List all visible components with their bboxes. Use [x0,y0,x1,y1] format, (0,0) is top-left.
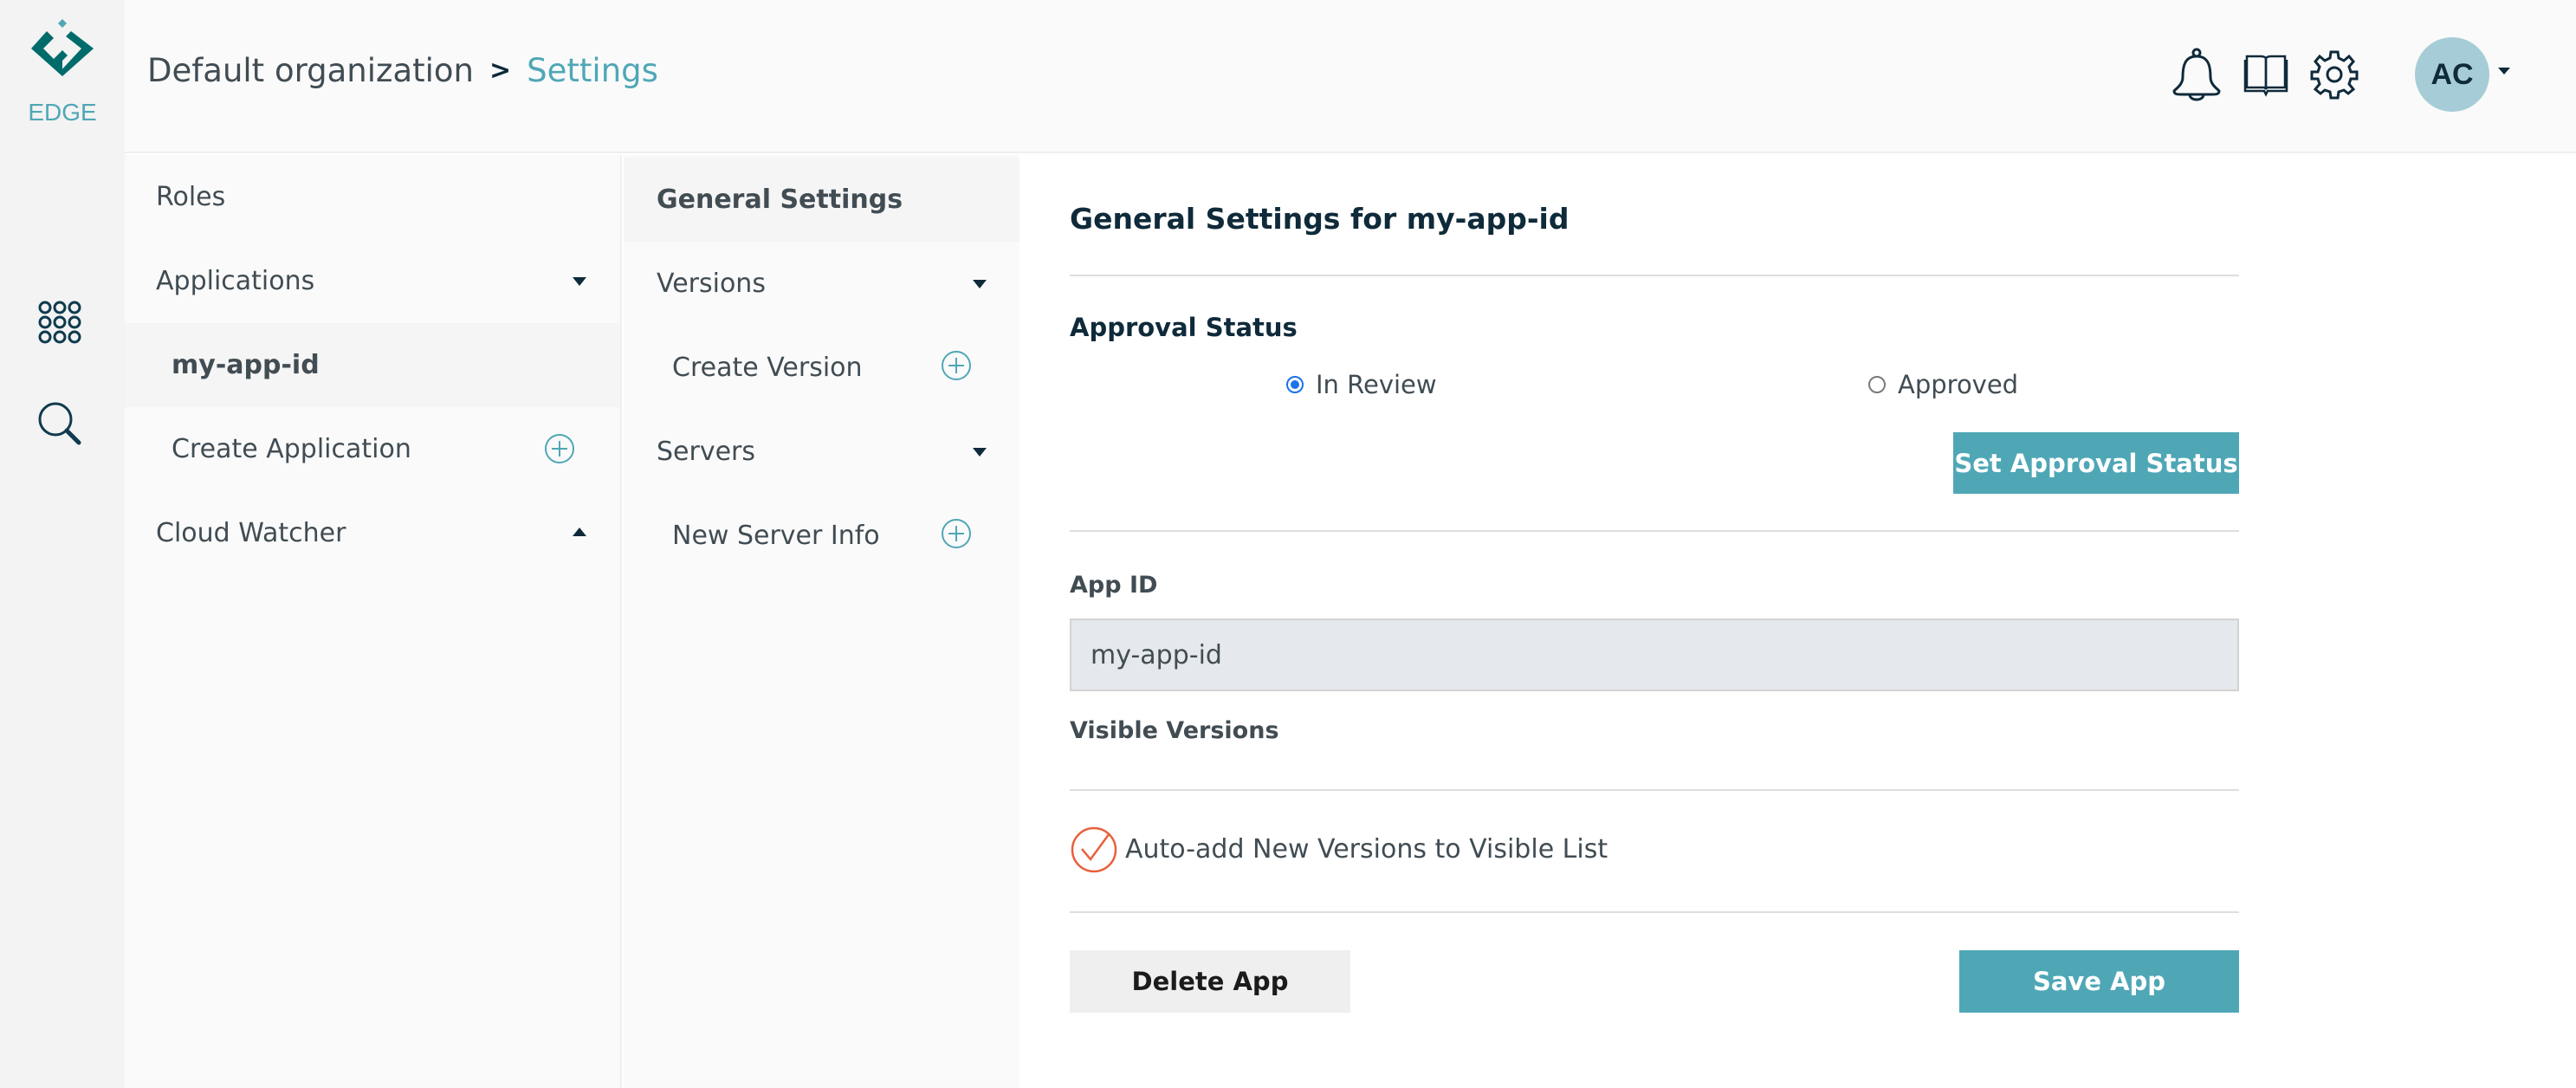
add-circle-icon[interactable] [941,350,972,381]
divider [1070,530,2239,532]
add-circle-icon[interactable] [544,433,575,464]
breadcrumb-separator: > [489,55,512,86]
nav-item-label: General Settings [657,185,903,215]
search-icon[interactable] [36,400,83,447]
radio-in-review[interactable]: In Review [1286,370,1437,399]
divider [1070,911,2239,913]
page-title: General Settings for my-app-id [1070,202,1570,236]
checkmark-circle-icon[interactable] [1070,825,1118,873]
save-app-button[interactable]: Save App [1959,950,2239,1013]
divider [1070,789,2239,791]
nav-item-cloud-watcher[interactable]: Cloud Watcher [125,491,620,575]
chevron-down-icon[interactable] [973,448,987,457]
nav-item-servers[interactable]: Servers [624,410,1019,494]
user-menu-caret-icon[interactable] [2498,68,2510,74]
nav-item-label: Roles [156,182,226,212]
nav-item-label: my-app-id [172,350,320,380]
app-id-label: App ID [1070,572,1158,599]
app-rail: EDGE [0,0,125,1088]
edge-logo-icon[interactable] [28,19,97,80]
nav-item-label: New Server Info [672,521,880,551]
nav-item-label: Create Version [672,353,863,383]
nav-item-applications[interactable]: Applications [125,239,620,323]
radio-approved[interactable]: Approved [1868,370,2018,399]
breadcrumb: Default organization > Settings [147,52,658,89]
delete-app-button[interactable]: Delete App [1070,950,1350,1013]
radio-button-checked[interactable] [1286,376,1304,393]
nav-item-general-settings[interactable]: General Settings [624,158,1019,242]
nav-item-my-app-id[interactable]: my-app-id [125,323,620,407]
visible-versions-label: Visible Versions [1070,717,1279,744]
breadcrumb-settings: Settings [527,52,658,89]
nav-item-label: Applications [156,266,315,296]
book-icon[interactable] [2242,48,2290,101]
user-avatar[interactable]: AC [2415,37,2489,112]
nav-item-new-server-info[interactable]: New Server Info [624,494,1019,578]
nav-item-label: Servers [657,437,756,467]
radio-button[interactable] [1868,376,1886,393]
brand-name: EDGE [28,99,97,126]
settings-nav-panel: Roles Applications my-app-id Create Appl… [125,155,622,1088]
nav-item-label: Cloud Watcher [156,518,346,548]
auto-add-versions-checkbox[interactable]: Auto-add New Versions to Visible List [1070,825,1608,873]
nav-item-create-version[interactable]: Create Version [624,326,1019,410]
checkbox-label: Auto-add New Versions to Visible List [1125,833,1608,865]
radio-label: In Review [1316,370,1437,399]
app-id-input[interactable] [1070,618,2239,691]
nav-item-roles[interactable]: Roles [125,155,620,239]
app-settings-nav-panel: General Settings Versions Create Version… [624,155,1019,1088]
add-circle-icon[interactable] [941,518,972,549]
apps-grid-icon[interactable] [36,299,83,346]
radio-label: Approved [1898,370,2019,399]
chevron-up-icon[interactable] [573,528,586,536]
approval-status-label: Approval Status [1070,313,1298,342]
nav-item-label: Create Application [172,434,411,464]
nav-item-label: Versions [657,269,766,299]
chevron-down-icon[interactable] [573,277,586,286]
divider [1070,275,2239,276]
breadcrumb-organization[interactable]: Default organization [147,52,474,89]
chevron-down-icon[interactable] [973,280,987,288]
nav-item-create-application[interactable]: Create Application [125,407,620,491]
general-settings-form: General Settings for my-app-id Approval … [1019,155,2576,1088]
bell-icon[interactable] [2172,48,2221,101]
nav-item-versions[interactable]: Versions [624,242,1019,326]
gear-icon[interactable] [2310,48,2359,101]
set-approval-status-button[interactable]: Set Approval Status [1953,432,2239,494]
